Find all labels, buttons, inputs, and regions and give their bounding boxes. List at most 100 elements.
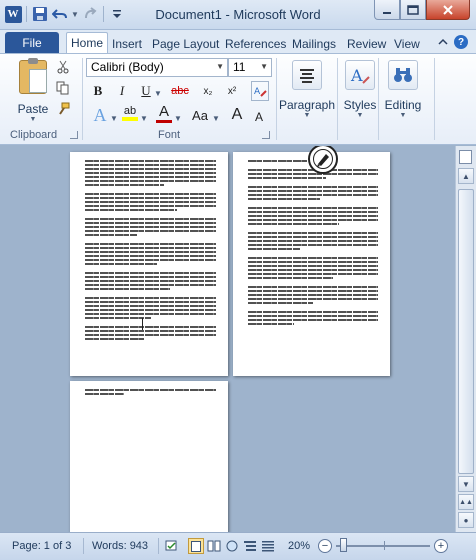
full-screen-reading-view-button[interactable]	[206, 538, 222, 554]
font-launcher-icon[interactable]	[262, 131, 270, 139]
font-size-select[interactable]: 11 ▼	[228, 58, 272, 77]
document-page-2[interactable]	[233, 152, 390, 376]
strikethrough-button[interactable]: abc	[168, 81, 192, 101]
clear-formatting-button[interactable]: A	[251, 81, 269, 101]
font-family-value: Calibri (Body)	[91, 60, 164, 74]
text-cursor-icon	[142, 318, 143, 330]
document-area[interactable]	[0, 146, 455, 532]
word-count[interactable]: Words: 943	[92, 540, 148, 552]
font-group-label: Font	[158, 129, 181, 141]
clipboard-launcher-icon[interactable]	[70, 131, 78, 139]
zoom-in-button[interactable]: +	[434, 539, 448, 553]
highlight-dropdown-icon[interactable]: ▼	[140, 114, 148, 123]
outline-view-button[interactable]	[242, 538, 258, 554]
text-effects-dropdown-icon[interactable]: ▼	[110, 114, 118, 123]
paste-button[interactable]: Paste ▼	[10, 58, 56, 124]
scroll-up-arrow-icon[interactable]: ▲	[458, 168, 474, 184]
minimize-button[interactable]	[374, 0, 400, 20]
binoculars-icon	[388, 60, 418, 90]
web-layout-view-button[interactable]	[224, 538, 240, 554]
zoom-slider-center-mark	[384, 541, 385, 550]
clipboard-group-label: Clipboard	[10, 129, 58, 141]
page-count[interactable]: Page: 1 of 3	[12, 540, 71, 552]
window-controls	[374, 0, 470, 20]
clipboard-icon	[19, 58, 47, 94]
editing-dropdown-icon: ▼	[399, 112, 407, 119]
chevron-down-icon: ▼	[260, 62, 268, 71]
tabs-right-controls: ?	[438, 35, 468, 49]
tab-review[interactable]: Review	[347, 34, 386, 53]
minimize-ribbon-icon[interactable]	[438, 35, 448, 49]
tab-view[interactable]: View	[394, 34, 420, 53]
tab-references[interactable]: References	[225, 34, 286, 53]
underline-dropdown-icon[interactable]: ▼	[154, 89, 162, 98]
superscript-button[interactable]: x²	[222, 81, 242, 101]
scroll-down-arrow-icon[interactable]: ▼	[458, 476, 474, 492]
svg-text:A: A	[254, 87, 261, 97]
highlight-color-swatch	[122, 117, 138, 121]
cut-icon[interactable]	[56, 60, 70, 74]
previous-page-icon[interactable]: ▲▲	[458, 494, 474, 510]
group-separator	[434, 58, 435, 140]
close-button[interactable]	[426, 0, 470, 20]
zoom-slider-thumb[interactable]	[340, 538, 347, 552]
editing-label: Editing	[384, 98, 422, 112]
vertical-scrollbar[interactable]: ▲ ▼ ▲▲ ●	[455, 146, 476, 532]
change-case-dropdown-icon[interactable]: ▼	[212, 114, 220, 123]
print-layout-view-button[interactable]	[188, 538, 204, 554]
paragraph-button[interactable]: Paragraph ▼	[278, 58, 336, 124]
tab-insert[interactable]: Insert	[112, 34, 142, 53]
styles-dropdown-icon: ▼	[356, 112, 364, 119]
zoom-out-button[interactable]: −	[318, 539, 332, 553]
font-color-button[interactable]: A	[154, 103, 174, 123]
document-page-1[interactable]	[70, 152, 228, 376]
tab-mailings[interactable]: Mailings	[292, 34, 336, 53]
change-case-button[interactable]: Aa	[188, 105, 212, 125]
view-ruler-icon[interactable]	[459, 150, 472, 164]
text-effects-button[interactable]: A	[90, 105, 110, 125]
font-family-select[interactable]: Calibri (Body) ▼	[86, 58, 228, 77]
highlight-button[interactable]: ab	[120, 103, 140, 123]
ribbon-home: Paste ▼ Clipboard Calibri (Body) ▼ 11 ▼ …	[0, 53, 476, 145]
paste-label: Paste	[17, 102, 49, 116]
tab-home[interactable]: Home	[66, 32, 109, 53]
italic-button[interactable]: I	[114, 81, 130, 101]
ribbon-tabs: File Home Insert Page Layout References …	[0, 30, 476, 53]
format-painter-icon[interactable]	[56, 102, 70, 116]
draft-view-button[interactable]	[260, 538, 276, 554]
select-browse-object-icon[interactable]: ●	[458, 512, 474, 528]
scrollbar-thumb[interactable]	[458, 189, 474, 474]
tab-file[interactable]: File	[5, 32, 59, 53]
copy-icon[interactable]	[56, 81, 70, 95]
font-size-value: 11	[233, 60, 246, 74]
help-icon[interactable]: ?	[454, 35, 468, 49]
paste-dropdown-icon: ▼	[29, 116, 37, 123]
font-color-label: A	[158, 103, 169, 120]
paragraph-label: Paragraph	[278, 98, 336, 112]
underline-button[interactable]: U	[138, 81, 154, 101]
maximize-button[interactable]	[400, 0, 426, 20]
font-color-dropdown-icon[interactable]: ▼	[174, 114, 182, 123]
status-separator	[158, 538, 159, 554]
proofing-icon[interactable]	[164, 538, 180, 554]
styles-icon: A	[345, 60, 375, 90]
highlight-label: ab	[123, 105, 137, 117]
shrink-font-button[interactable]: A	[250, 107, 268, 127]
paragraph-icon	[292, 60, 322, 90]
document-page-3[interactable]	[70, 381, 228, 532]
editing-button[interactable]: Editing ▼	[374, 58, 432, 124]
svg-text:A: A	[350, 66, 363, 85]
chevron-down-icon: ▼	[216, 62, 224, 71]
grow-font-button[interactable]: A	[228, 105, 246, 125]
paragraph-dropdown-icon: ▼	[303, 112, 311, 119]
status-separator	[83, 538, 84, 554]
group-separator	[82, 58, 83, 140]
page-text	[248, 160, 378, 327]
zoom-slider-track[interactable]	[336, 545, 430, 547]
subscript-button[interactable]: x₂	[198, 81, 218, 101]
bold-button[interactable]: B	[90, 81, 106, 101]
font-color-swatch	[156, 120, 172, 123]
zoom-level[interactable]: 20%	[288, 540, 310, 552]
tab-page-layout[interactable]: Page Layout	[152, 34, 219, 53]
styles-label: Styles	[343, 98, 377, 112]
